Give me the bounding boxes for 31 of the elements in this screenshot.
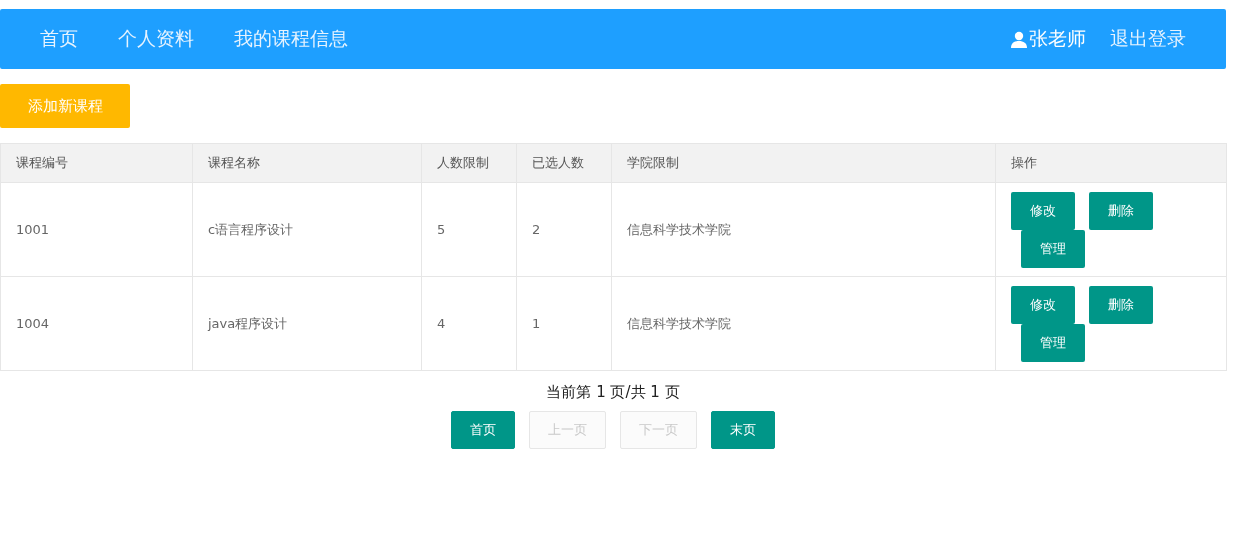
table-cell: 信息科学技术学院 (611, 276, 996, 371)
user-name[interactable]: 张老师 (1029, 26, 1086, 52)
table-cell: 1004 (0, 276, 193, 371)
action-button[interactable]: 修改 (1011, 191, 1075, 230)
table-cell: 2 (516, 182, 612, 277)
nav-link[interactable]: 我的课程信息 (234, 26, 348, 52)
action-button[interactable]: 删除 (1089, 285, 1153, 324)
logout-link[interactable]: 退出登录 (1110, 26, 1186, 52)
table-cell: 4 (421, 276, 517, 371)
page-info: 当前第 1 页/共 1 页 (546, 383, 680, 402)
column-header: 课程名称 (192, 143, 422, 183)
nav-link[interactable]: 首页 (40, 26, 78, 52)
table-cell: 信息科学技术学院 (611, 182, 996, 277)
column-header: 人数限制 (421, 143, 517, 183)
action-button[interactable]: 修改 (1011, 285, 1075, 324)
column-header: 学院限制 (611, 143, 996, 183)
action-button[interactable]: 管理 (1021, 323, 1085, 362)
table-cell: java程序设计 (192, 276, 422, 371)
action-button[interactable]: 删除 (1089, 191, 1153, 230)
table-cell: 1 (516, 276, 612, 371)
user-icon (1011, 30, 1027, 48)
column-header: 操作 (995, 143, 1227, 183)
action-button[interactable]: 管理 (1021, 229, 1085, 268)
table-cell: 5 (421, 182, 517, 277)
column-header: 已选人数 (516, 143, 612, 183)
table-cell: 1001 (0, 182, 193, 277)
nav-link[interactable]: 个人资料 (118, 26, 194, 52)
table-cell: c语言程序设计 (192, 182, 422, 277)
page-button[interactable]: 首页 (451, 411, 515, 449)
page-button[interactable]: 末页 (711, 411, 775, 449)
column-header: 课程编号 (0, 143, 193, 183)
